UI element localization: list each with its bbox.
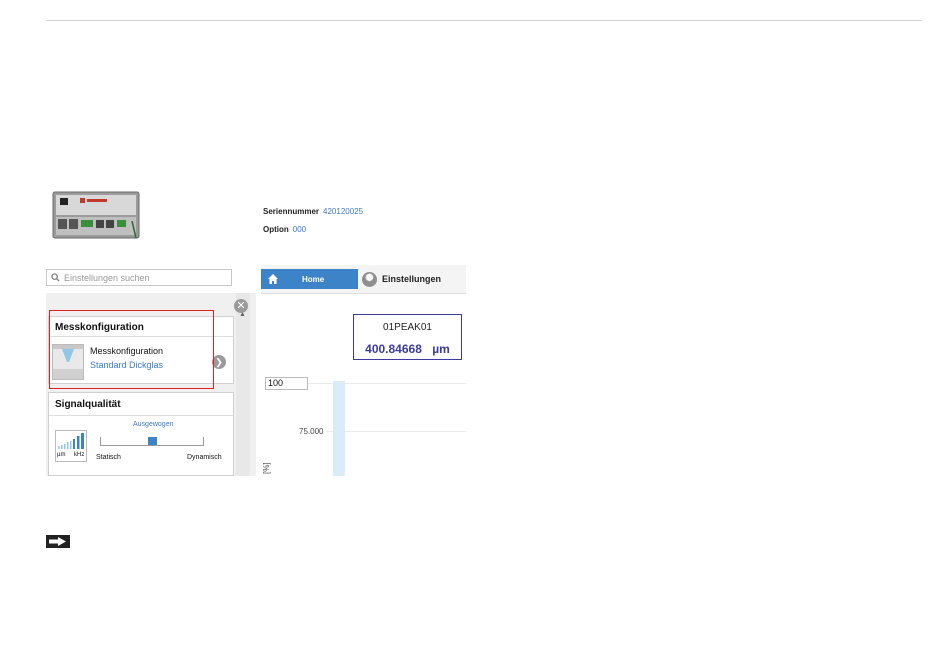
tab-settings[interactable]: ✺ Einstellungen <box>362 269 441 289</box>
measurement-name: 01PEAK01 <box>383 322 432 333</box>
serial-label: Seriennummer <box>263 207 320 216</box>
serial-number-row: Seriennummer 420120025 <box>263 207 363 216</box>
slider-value-label: Ausgewogen <box>133 421 174 428</box>
option-row: Option 000 <box>263 225 306 234</box>
panel-title: Signalqualität <box>55 399 121 410</box>
unit-khz-label: kHz <box>74 452 85 458</box>
chart-gridline <box>308 383 466 384</box>
sidebar-scrollbar[interactable] <box>236 293 250 476</box>
option-label: Option <box>263 225 289 234</box>
chart-bar <box>333 381 345 476</box>
tab-home-label: Home <box>302 274 325 284</box>
home-icon <box>268 274 278 284</box>
y-max-input[interactable]: 100 <box>265 377 308 390</box>
chevron-right-icon[interactable]: ❯ <box>212 355 226 369</box>
signal-bars-icon <box>58 433 84 449</box>
tab-settings-label: Einstellungen <box>382 274 442 284</box>
highlight-box <box>49 310 214 389</box>
y-tick-label: 75.000 <box>299 427 324 436</box>
slider-handle[interactable] <box>148 437 157 445</box>
panel-divider <box>49 415 233 416</box>
top-rule <box>46 20 922 21</box>
arrow-right-icon <box>46 535 70 548</box>
y-axis-unit: [%] <box>262 462 271 474</box>
chart-gridline <box>326 431 466 432</box>
device-photo <box>52 191 140 239</box>
search-input[interactable]: Einstellungen suchen <box>46 269 232 286</box>
measurement-display: 01PEAK01 400.84668 µm <box>353 314 462 360</box>
slider-min-label: Statisch <box>96 454 121 461</box>
close-icon[interactable]: ✕ <box>234 299 248 313</box>
signalqualitaet-panel: Signalqualität µm kHz Ausgewogen Statisc… <box>48 392 234 476</box>
gear-icon: ✺ <box>362 271 377 287</box>
slider-max-label: Dynamisch <box>187 454 222 461</box>
tab-home[interactable]: Home <box>261 269 358 289</box>
search-icon <box>51 273 60 282</box>
web-interface-screenshot: Einstellungen suchen Home ✺ Einstellunge… <box>46 265 466 476</box>
serial-value: 420120025 <box>323 207 364 216</box>
unit-um-label: µm <box>57 452 66 458</box>
option-value: 000 <box>292 225 307 234</box>
measurement-value-row: 400.84668 µm <box>354 342 461 356</box>
signal-quality-thumbnail: µm kHz <box>55 430 87 462</box>
search-placeholder: Einstellungen suchen <box>64 272 150 283</box>
measurement-value: 400.84668 <box>365 342 422 356</box>
measurement-unit: µm <box>432 342 450 356</box>
